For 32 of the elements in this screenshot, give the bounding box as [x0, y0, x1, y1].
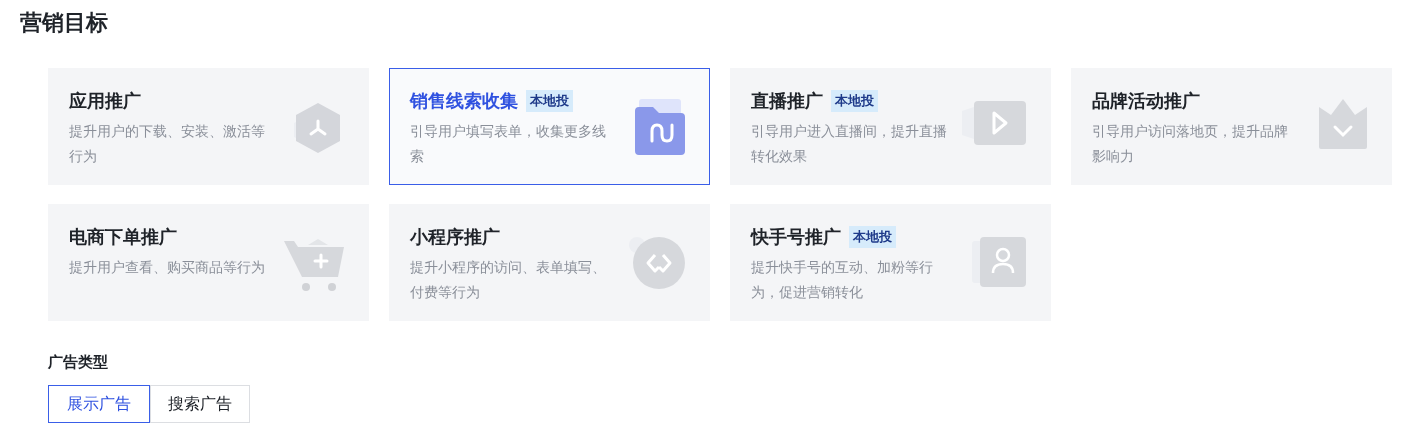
card-description: 引导用户进入直播间，提升直播转化效果 — [751, 122, 948, 166]
card-title: 应用推广 — [69, 89, 141, 113]
card-title: 品牌活动推广 — [1092, 89, 1200, 113]
goal-card[interactable]: 应用推广 提升用户的下载、安装、激活等行为 — [48, 68, 369, 185]
card-description: 引导用户访问落地页，提升品牌影响力 — [1092, 122, 1289, 166]
crown-icon — [1317, 99, 1369, 151]
ad-type-option[interactable]: 展示广告 — [48, 385, 150, 423]
goal-card[interactable]: 品牌活动推广 引导用户访问落地页，提升品牌影响力 — [1071, 68, 1392, 185]
goal-card[interactable]: 直播推广 本地投 引导用户进入直播间，提升直播转化效果 — [730, 68, 1051, 185]
card-description: 提升小程序的访问、表单填写、付费等行为 — [410, 258, 607, 302]
goal-card[interactable]: 销售线索收集 本地投 引导用户填写表单，收集更多线索 — [389, 68, 710, 185]
card-title: 电商下单推广 — [69, 225, 177, 249]
user-profile-icon — [972, 235, 1028, 289]
goal-card[interactable]: 快手号推广 本地投 提升快手号的互动、加粉等行为，促进营销转化 — [730, 204, 1051, 321]
card-title: 销售线索收集 — [410, 89, 518, 113]
section-label: 广告类型 — [48, 352, 108, 372]
link-circle-icon — [627, 235, 687, 291]
tag: 本地投 — [849, 226, 896, 248]
goal-card[interactable]: 电商下单推广 提升用户查看、购买商品等行为 — [48, 204, 369, 321]
card-title: 小程序推广 — [410, 225, 500, 249]
card-title: 直播推广 — [751, 89, 823, 113]
card-description: 提升用户查看、购买商品等行为 — [69, 258, 266, 277]
tag: 本地投 — [831, 90, 878, 112]
page-title: 营销目标 — [20, 9, 108, 37]
folder-icon — [633, 99, 687, 157]
ad-type-option[interactable]: 搜索广告 — [150, 385, 250, 423]
goal-card[interactable]: 小程序推广 提升小程序的访问、表单填写、付费等行为 — [389, 204, 710, 321]
tag: 本地投 — [526, 90, 573, 112]
card-title: 快手号推广 — [751, 225, 841, 249]
card-description: 提升用户的下载、安装、激活等行为 — [69, 122, 266, 166]
card-description: 提升快手号的互动、加粉等行为，促进营销转化 — [751, 258, 934, 302]
card-description: 引导用户填写表单，收集更多线索 — [410, 122, 607, 166]
